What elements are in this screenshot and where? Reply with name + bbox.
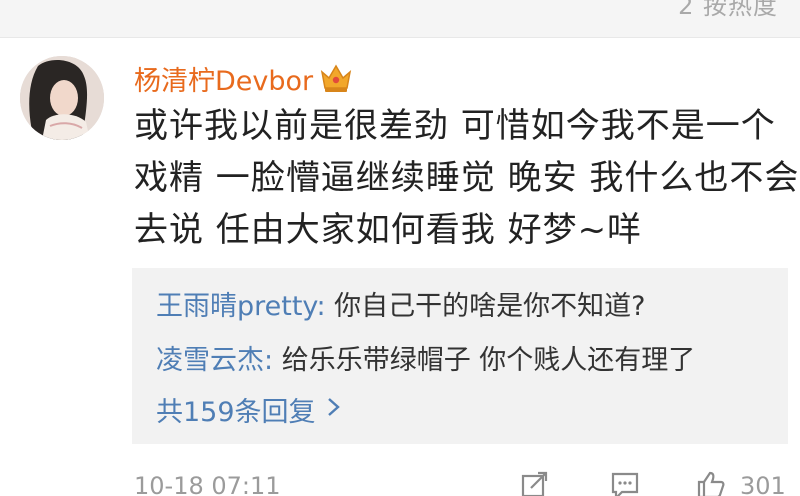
forward-icon[interactable] [520, 470, 550, 496]
post-line: 去说 任由大家如何看我 好梦~咩 [134, 210, 643, 250]
vip-crown-icon[interactable] [319, 62, 353, 94]
reply-item[interactable]: 凌雪云杰: 给乐乐带绿帽子 你个贱人还有理了 [156, 338, 695, 377]
post-line: 戏精 一脸懵逼继续睡觉 晚安 我什么也不会 [134, 158, 800, 198]
chevron-right-icon [326, 395, 342, 425]
reply-separator: : [264, 345, 274, 376]
reply-text: 你自己干的啥是你不知道? [325, 291, 646, 322]
post-content: 或许我以前是很差劲 可惜如今我不是一个 戏精 一脸懵逼继续睡觉 晚安 我什么也不… [134, 100, 800, 256]
reply-separator: : [316, 291, 326, 322]
post-footer: 10-18 07:11 301 [0, 462, 800, 496]
reply-text: 给乐乐带绿帽子 你个贱人还有理了 [273, 345, 696, 376]
sort-by-hot-link[interactable]: 2 按热度 [678, 0, 778, 21]
reply-author[interactable]: 王雨晴pretty [156, 291, 316, 322]
reply-item[interactable]: 王雨晴pretty: 你自己干的啥是你不知道? [156, 284, 645, 323]
post-author-name[interactable]: 杨清柠Devbor [134, 59, 313, 98]
top-strip: 2 按热度 [0, 0, 800, 38]
like-icon[interactable] [696, 470, 726, 496]
avatar-image [20, 56, 104, 140]
total-replies-label: 共159条回复 [156, 397, 316, 428]
view-all-replies-link[interactable]: 共159条回复 [156, 390, 342, 429]
avatar[interactable] [20, 56, 104, 140]
comment-icon[interactable] [610, 470, 640, 496]
post-line: 或许我以前是很差劲 可惜如今我不是一个 [134, 106, 776, 146]
post-author-row: 杨清柠Devbor [134, 58, 353, 98]
like-count: 301 [740, 472, 786, 496]
post-timestamp: 10-18 07:11 [134, 472, 281, 496]
reply-preview-box[interactable]: 王雨晴pretty: 你自己干的啥是你不知道? 凌雪云杰: 给乐乐带绿帽子 你个… [132, 268, 788, 444]
reply-author[interactable]: 凌雪云杰 [156, 345, 264, 376]
